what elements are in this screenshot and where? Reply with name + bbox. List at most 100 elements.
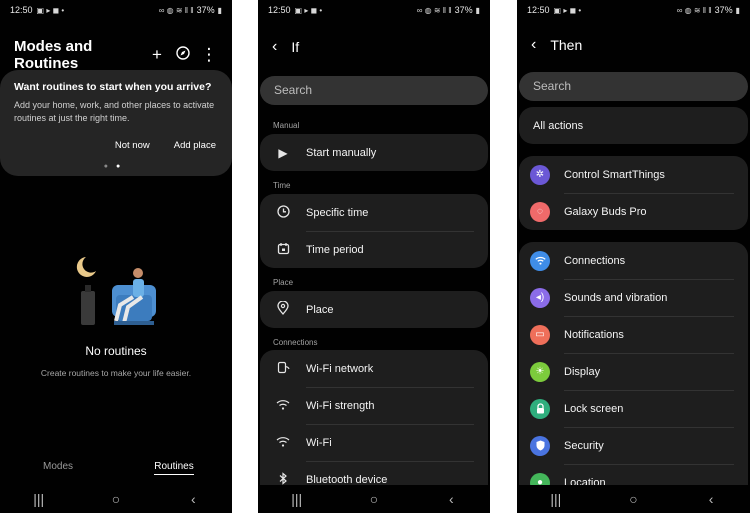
wifi-item[interactable]: Wi-Fi [260,424,488,461]
arrive-routines-banner: Want routines to start when you arrive? … [0,70,232,176]
status-bar: 12:50 ▣ ▸ ◼ • ∞ ◍ ≋ ‖ ‖ 37% ▮ [258,0,490,20]
wifi-icon [274,436,292,450]
empty-state-title: No routines [85,344,147,358]
wifi-network-icon [274,361,292,377]
back-arrow-icon[interactable]: ‹ [272,38,277,56]
time-period-item[interactable]: Time period [260,231,488,268]
place-item[interactable]: Place [260,291,488,328]
action-label: Galaxy Buds Pro [564,205,647,218]
section-place: Place [273,278,294,287]
place-label: Place [306,303,334,316]
if-conditions-screen: 12:50 ▣ ▸ ◼ • ∞ ◍ ≋ ‖ ‖ 37% ▮ ‹ If Searc… [258,0,490,513]
status-time: 12:50 [527,5,550,15]
notification-icons: ▣ ▸ ◼ • [553,5,582,15]
action-item[interactable]: ✲ Control SmartThings [519,156,748,193]
add-place-button[interactable]: Add place [174,140,216,151]
search-input[interactable]: Search [519,72,748,101]
system-nav-bar: ||| ○ ‹ [517,485,750,513]
page-title: If [291,39,300,55]
wifi-strength-icon [274,399,292,413]
banner-title: Want routines to start when you arrive? [14,81,212,93]
wifi-network-label: Wi-Fi network [306,362,374,375]
system-nav-bar: ||| ○ ‹ [0,485,232,513]
wifi-strength-label: Wi-Fi strength [306,399,375,412]
signal-icons: ∞ ◍ ≋ ‖ ‖ [676,5,712,15]
recents-button[interactable]: ||| [277,491,317,507]
header: ‹ If [272,38,299,56]
page-indicator: ●● [103,163,129,170]
search-input[interactable]: Search [260,76,488,105]
header: Modes and Routines + ⋮ [14,38,220,72]
wifi-network-item[interactable]: Wi-Fi network [260,350,488,387]
signal-icons: ∞ ◍ ≋ ‖ ‖ [416,5,452,15]
tab-routines-label: Routines [154,461,194,475]
notification-icons: ▣ ▸ ◼ • [36,5,65,15]
action-item[interactable]: ☀ Display [519,353,748,390]
banner-body: Add your home, work, and other places to… [14,100,215,124]
specific-time-label: Specific time [306,206,369,219]
recents-button[interactable]: ||| [536,491,576,507]
bluetooth-device-label: Bluetooth device [306,473,388,486]
back-button[interactable]: ‹ [691,491,731,507]
section-time: Time [273,181,291,190]
shield-icon [530,435,550,456]
wifi-icon [530,250,550,271]
settings-card: Connections ◂) Sounds and vibration ▭ No… [519,242,748,513]
start-manually-item[interactable]: ▶ Start manually [260,134,488,171]
all-actions-label: All actions [533,119,584,132]
section-manual: Manual [273,121,300,130]
status-time: 12:50 [268,5,291,15]
devices-card: ✲ Control SmartThings ◌ Galaxy Buds Pro [519,156,748,230]
home-button[interactable]: ○ [96,491,136,507]
action-label: Lock screen [564,402,624,415]
notification-icon: ▭ [530,324,550,345]
modes-routines-screen: 12:50 ▣ ▸ ◼ • ∞ ◍ ≋ ‖ ‖ 37% ▮ Modes and … [0,0,232,513]
recents-button[interactable]: ||| [19,491,59,507]
battery-icon: ▮ [735,5,740,15]
status-bar: 12:50 ▣ ▸ ◼ • ∞ ◍ ≋ ‖ ‖ 37% ▮ [0,0,232,20]
action-item[interactable]: Lock screen [519,390,748,427]
bottom-tabs: Modes Routines [0,461,232,475]
status-bar: 12:50 ▣ ▸ ◼ • ∞ ◍ ≋ ‖ ‖ 37% ▮ [517,0,750,20]
add-icon[interactable]: + [146,45,168,65]
signal-icons: ∞ ◍ ≋ ‖ ‖ [158,5,194,15]
time-card: Specific time Time period [260,194,488,268]
all-actions-card: All actions [519,107,748,144]
discover-icon[interactable] [172,45,194,65]
manual-card: ▶ Start manually [260,134,488,171]
not-now-button[interactable]: Not now [115,140,150,151]
home-button[interactable]: ○ [354,491,394,507]
lock-icon [530,398,550,419]
action-label: Sounds and vibration [564,291,668,304]
wifi-label: Wi-Fi [306,436,332,449]
smartthings-icon: ✲ [530,164,550,185]
time-period-label: Time period [306,243,364,256]
tab-routines[interactable]: Routines [116,461,232,475]
action-item[interactable]: ◂) Sounds and vibration [519,279,748,316]
section-connections: Connections [273,338,318,347]
location-pin-icon [274,300,292,318]
wifi-strength-item[interactable]: Wi-Fi strength [260,387,488,424]
battery-icon: ▮ [475,5,480,15]
back-arrow-icon[interactable]: ‹ [531,36,536,54]
brightness-icon: ☀ [530,361,550,382]
all-actions-item[interactable]: All actions [519,107,748,144]
header: ‹ Then [531,36,582,54]
action-item[interactable]: ◌ Galaxy Buds Pro [519,193,748,230]
back-button[interactable]: ‹ [431,491,471,507]
specific-time-item[interactable]: Specific time [260,194,488,231]
home-button[interactable]: ○ [613,491,653,507]
battery-icon: ▮ [217,5,222,15]
place-card: Place [260,291,488,328]
action-label: Notifications [564,328,624,341]
action-item[interactable]: Security [519,427,748,464]
action-item[interactable]: ▭ Notifications [519,316,748,353]
volume-icon: ◂) [530,287,550,308]
more-options-icon[interactable]: ⋮ [198,45,220,65]
page-title: Modes and Routines [14,38,93,72]
back-button[interactable]: ‹ [173,491,213,507]
tab-modes[interactable]: Modes [0,461,116,472]
action-item[interactable]: Connections [519,242,748,279]
action-label: Display [564,365,601,378]
empty-illustration [76,257,156,325]
